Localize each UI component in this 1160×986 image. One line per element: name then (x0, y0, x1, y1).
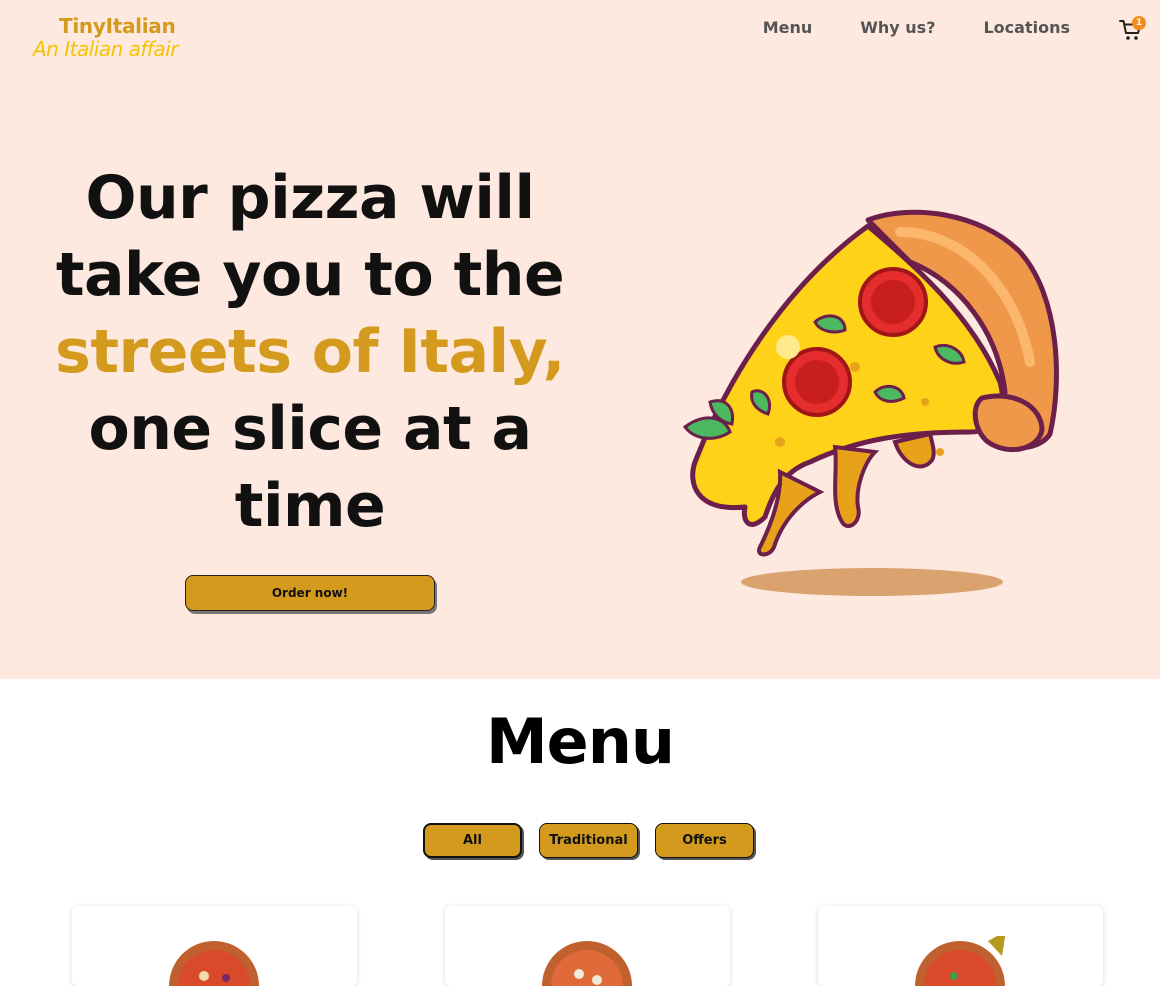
brand-logo[interactable]: TinyItalian An Italian affair (33, 14, 179, 61)
menu-card[interactable] (818, 906, 1103, 986)
pizza-slice-illustration (682, 209, 1059, 596)
menu-card[interactable] (445, 906, 730, 986)
brand-name: TinyItalian (59, 14, 176, 38)
filter-offers-button[interactable]: Offers (655, 823, 754, 858)
nav-locations[interactable]: Locations (983, 18, 1070, 37)
filter-all-button[interactable]: All (423, 823, 522, 858)
cart-count-badge: 1 (1132, 16, 1146, 30)
headline-line-4: one slice at a (88, 394, 532, 464)
nav-menu[interactable]: Menu (763, 18, 813, 37)
filter-traditional-button[interactable]: Traditional (539, 823, 638, 858)
menu-card[interactable] (72, 906, 357, 986)
pizza-thumbnail (915, 936, 1006, 986)
headline-line-1: Our pizza will (85, 163, 535, 233)
main-nav: Menu Why us? Locations (763, 18, 1070, 37)
pizza-thumbnail (169, 941, 259, 986)
order-now-button[interactable]: Order now! (185, 575, 435, 611)
hero-section: Our pizza will take you to the streets o… (0, 72, 1160, 679)
pizza-thumbnail (542, 941, 632, 986)
menu-section-title: Menu (485, 705, 675, 778)
brand-tagline: An Italian affair (33, 37, 179, 61)
headline-accent: streets of Italy, (55, 317, 565, 387)
menu-filters: All Traditional Offers (423, 823, 754, 858)
headline-line-5: time (234, 471, 386, 541)
site-header: TinyItalian An Italian affair Menu Why u… (0, 0, 1160, 72)
headline-line-2: take you to the (55, 240, 565, 310)
nav-why-us[interactable]: Why us? (860, 18, 935, 37)
hero-headline: Our pizza will take you to the streets o… (40, 160, 580, 545)
